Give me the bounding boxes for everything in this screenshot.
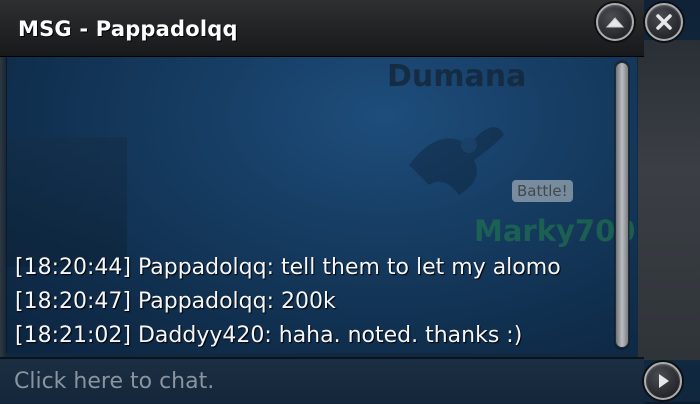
background-guild-name: Dumana: [387, 59, 527, 94]
chat-message: [18:20:44] Pappadolqq: tell them to let …: [15, 255, 561, 280]
send-button[interactable]: [644, 362, 682, 400]
minimize-button[interactable]: [596, 3, 634, 41]
message-window: MSG - Pappadolqq Dumana Battle! Marky700…: [0, 0, 644, 404]
window-title: MSG - Pappadolqq: [18, 17, 238, 41]
game-background-right: [638, 40, 700, 360]
chat-message: [18:20:47] Pappadolqq: 200k: [15, 289, 336, 314]
chevron-up-icon: [605, 17, 625, 28]
chat-input-bar: [0, 357, 644, 404]
scrollbar-thumb[interactable]: [615, 62, 629, 348]
chat-message: [18:21:02] Daddyy420: haha. noted. thank…: [15, 323, 523, 348]
guild-emblem-icon: [409, 127, 504, 195]
message-list: [18:20:44] Pappadolqq: tell them to let …: [15, 251, 625, 353]
close-icon: [656, 14, 672, 30]
close-button[interactable]: [645, 3, 683, 41]
play-arrow-icon: [659, 374, 669, 388]
background-player-name: Marky700: [474, 214, 636, 248]
chat-input[interactable]: [6, 362, 631, 400]
background-battle-badge: Battle!: [512, 180, 573, 202]
title-bar[interactable]: MSG - Pappadolqq: [0, 0, 644, 57]
chat-log[interactable]: Dumana Battle! Marky700 [18:20:44] Pappa…: [6, 57, 637, 353]
